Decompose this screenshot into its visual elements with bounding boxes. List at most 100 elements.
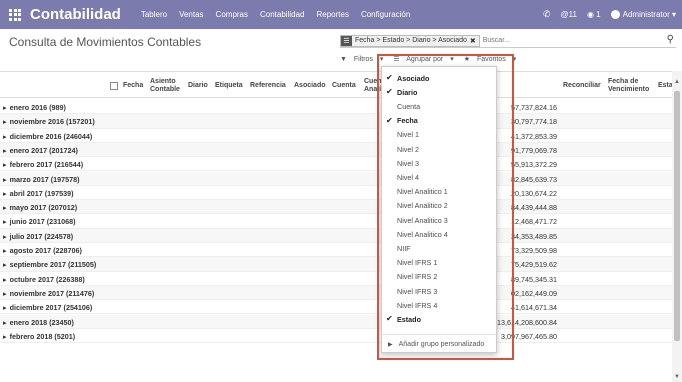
group-row-label[interactable]: septiembre 2017 (211505) (3, 260, 97, 269)
group-row-label[interactable]: diciembre 2017 (254106) (3, 303, 93, 312)
group-row-label[interactable]: noviembre 2017 (211476) (3, 289, 95, 298)
menu-item-contabilidad[interactable]: Contabilidad (260, 10, 304, 19)
menu-item-reportes[interactable]: Reportes (316, 10, 348, 19)
group-row-label[interactable]: octubre 2017 (226388) (3, 275, 85, 284)
group-row-label[interactable]: enero 2016 (989) (3, 103, 66, 112)
table-row[interactable]: noviembre 2017 (211476) 02,162,449.09 (0, 285, 672, 301)
group-by-option[interactable]: ✔ Estado (382, 312, 496, 326)
app-brand: Contabilidad (30, 6, 121, 23)
group-row-label[interactable]: diciembre 2016 (246044) (3, 132, 93, 141)
filters-button[interactable]: ▼ Filtros ▾ (340, 55, 388, 63)
table-row[interactable]: febrero 2018 (5201)3,097,967,465.803,097… (0, 329, 672, 344)
group-by-option[interactable]: Cuenta (382, 99, 496, 113)
column-etiqueta[interactable]: Etiqueta (215, 72, 243, 99)
group-row-label[interactable]: agosto 2017 (228706) (3, 246, 82, 255)
column-cuenta[interactable]: Cuenta (332, 72, 356, 99)
group-row-label[interactable]: enero 2017 (201724) (3, 146, 78, 155)
group-row-label[interactable]: abril 2017 (197539) (3, 189, 74, 198)
group-row-label[interactable]: noviembre 2016 (157201) (3, 117, 95, 126)
group-by-option-label: Nivel 2 (397, 144, 419, 154)
group-by-option[interactable]: Nivel IFRS 4 (382, 298, 496, 312)
table-row[interactable]: febrero 2017 (216544) 55,913,372.29 (0, 157, 672, 172)
group-by-option-label: Nivel IFRS 3 (397, 286, 438, 296)
table-row[interactable]: mayo 2017 (207012) 84,439,444.88 (0, 200, 672, 215)
group-row-label[interactable]: julio 2017 (224578) (3, 232, 74, 241)
favorites-label: Favoritos (476, 56, 506, 63)
table-row[interactable]: enero 2017 (201724) 91,779,069.78 (0, 142, 672, 158)
checkmark-icon: ✔ (386, 87, 393, 97)
vertical-scrollbar[interactable]: ▲ ▼ (672, 71, 682, 382)
group-by-option[interactable]: Nivel 2 (382, 142, 496, 156)
select-all-checkbox[interactable] (110, 72, 118, 99)
group-by-option[interactable]: ✔ Asociado (382, 71, 496, 85)
table-row[interactable]: diciembre 2017 (254106) 41,614,671.34 (0, 300, 672, 315)
group-by-option[interactable]: Nivel IFRS 1 (382, 256, 496, 270)
column-asociado[interactable]: Asociado (294, 72, 326, 99)
table-row[interactable]: abril 2017 (197539) 20,130,674.22 (0, 186, 672, 201)
group-by-option-label: Diario (397, 87, 418, 97)
group-row-label[interactable]: mayo 2017 (207012) (3, 203, 78, 212)
table-row[interactable]: noviembre 2016 (157201) 30,797,774.18 (0, 114, 672, 129)
table-row[interactable]: diciembre 2016 (246044) 41,372,853.39 (0, 129, 672, 143)
close-icon[interactable]: ✖ (470, 37, 476, 45)
group-by-option[interactable]: Nivel Analitico 2 (382, 199, 496, 213)
column-estado[interactable]: Esta (658, 72, 672, 99)
column-asiento[interactable]: Asiento Contable (150, 72, 184, 99)
menu-item-ventas[interactable]: Ventas (179, 10, 203, 19)
group-by-button[interactable]: ☰ Agrupar por ▾ (393, 55, 458, 63)
add-custom-group-button[interactable]: ▶ Añadir grupo personalizado (382, 337, 496, 351)
column-referencia[interactable]: Referencia (250, 72, 286, 99)
group-by-option[interactable]: Nivel Analitico 3 (382, 213, 496, 227)
facet-label: Fecha > Estado > Diario > Asociado (355, 37, 467, 44)
table-row[interactable]: enero 2018 (23450)13,614,208,600.8413,61… (0, 314, 672, 329)
group-row-label[interactable]: junio 2017 (231068) (3, 217, 76, 226)
group-by-option[interactable]: ✔ Diario (382, 85, 496, 99)
search-icon[interactable]: ⚲ (667, 34, 674, 45)
column-fecha-vencimiento[interactable]: Fecha de Vencimiento (608, 72, 650, 99)
group-by-option[interactable]: NIIF (382, 241, 496, 255)
menu-item-compras[interactable]: Compras (216, 10, 248, 19)
apps-menu-icon[interactable] (9, 8, 21, 21)
group-by-option[interactable]: Nivel 3 (382, 156, 496, 170)
group-row-label[interactable]: febrero 2017 (216544) (3, 160, 84, 169)
group-by-option[interactable]: Nivel Analitico 1 (382, 185, 496, 199)
credit-total: 20,130,674.22 (511, 188, 557, 198)
column-diario[interactable]: Diario (188, 72, 208, 99)
scroll-up-icon[interactable]: ▲ (674, 79, 680, 85)
credit-total: 91,779,069.78 (511, 145, 557, 155)
credit-total: 75,429,519.62 (511, 260, 557, 270)
group-row-label[interactable]: marzo 2017 (197578) (3, 175, 80, 184)
credit-total: 02,162,449.09 (511, 288, 557, 298)
messages-indicator[interactable]: @11 (561, 10, 577, 19)
control-panel: Consulta de Movimientos Contables ☰ Fech… (0, 29, 682, 71)
column-fecha[interactable]: Fecha (123, 72, 143, 99)
column-reconciliar[interactable]: Reconciliar (563, 72, 601, 99)
scroll-down-icon[interactable]: ▼ (674, 374, 680, 380)
funnel-icon: ▼ (340, 56, 347, 63)
group-row-label[interactable]: enero 2018 (23450) (3, 318, 74, 327)
group-row-label[interactable]: febrero 2018 (5201) (3, 332, 76, 341)
menu-item-configuracion[interactable]: Configuración (361, 10, 410, 19)
group-by-option[interactable]: Nivel Analitico 4 (382, 227, 496, 241)
table-row[interactable]: agosto 2017 (228706) 73,329,509.98 (0, 243, 672, 258)
group-by-option[interactable]: Nivel 1 (382, 128, 496, 142)
table-row[interactable]: octubre 2017 (226388) 89,745,345.31 (0, 272, 672, 286)
phone-icon[interactable]: ✆ (543, 9, 551, 20)
favorites-button[interactable]: ★ Favoritos ▾ (464, 55, 522, 63)
chat-indicator[interactable]: ◉ 1 (587, 10, 601, 19)
group-by-option[interactable]: Nivel IFRS 2 (382, 270, 496, 284)
group-by-option[interactable]: Nivel IFRS 3 (382, 284, 496, 298)
scroll-thumb[interactable] (674, 91, 680, 341)
table-row[interactable]: junio 2017 (231068) 12,468,471.72 (0, 214, 672, 229)
search-input[interactable] (482, 37, 676, 44)
table-row[interactable]: julio 2017 (224578) 34,353,489.85 (0, 228, 672, 243)
search-facet[interactable]: ☰ Fecha > Estado > Diario > Asociado ✖ (340, 34, 480, 47)
user-menu[interactable]: Administrator ▾ (610, 10, 676, 19)
menu-item-tablero[interactable]: Tablero (141, 10, 167, 19)
group-by-option[interactable]: Nivel 4 (382, 170, 496, 184)
checkmark-icon: ✔ (386, 115, 393, 125)
table-row[interactable]: enero 2016 (989) 57,737,824.16 (0, 100, 672, 115)
group-by-option[interactable]: ✔ Fecha (382, 114, 496, 128)
table-row[interactable]: marzo 2017 (197578) 82,845,639.73 (0, 171, 672, 186)
table-row[interactable]: septiembre 2017 (211505) 75,429,519.62 (0, 257, 672, 272)
